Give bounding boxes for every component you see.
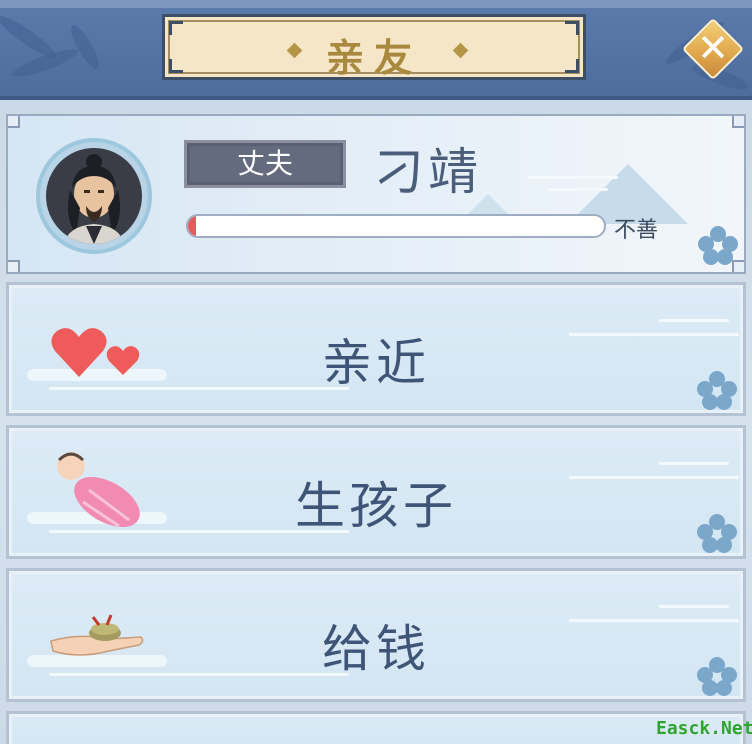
cloud-decoration bbox=[659, 605, 729, 608]
plum-blossom-icon bbox=[697, 657, 737, 697]
cloud-decoration bbox=[659, 319, 729, 322]
favor-progress-bar bbox=[186, 214, 606, 238]
action-row-partial[interactable] bbox=[6, 711, 746, 744]
frame-corner bbox=[8, 116, 20, 128]
favor-status-label: 不善 bbox=[614, 218, 659, 243]
title-plaque: 亲友 bbox=[162, 14, 586, 80]
frame-corner bbox=[732, 116, 744, 128]
relationship-role-label: 丈夫 bbox=[236, 147, 293, 180]
portrait-icon bbox=[46, 148, 142, 244]
relationship-role-badge: 丈夫 bbox=[184, 140, 346, 188]
cloud-decoration bbox=[548, 188, 608, 191]
relative-profile-card: 丈夫 刁靖 不善 bbox=[6, 114, 746, 274]
plum-blossom-icon bbox=[697, 514, 737, 554]
favor-progress-fill bbox=[188, 216, 197, 236]
portrait-drawing bbox=[64, 154, 124, 244]
cloud-decoration bbox=[528, 176, 618, 179]
close-button[interactable]: ✕ bbox=[681, 17, 745, 81]
cloud-decoration bbox=[659, 462, 729, 465]
action-label: 生孩子 bbox=[295, 477, 457, 535]
plum-blossom-icon bbox=[698, 226, 738, 266]
header-top-strip bbox=[0, 0, 752, 8]
page-title: 亲友 bbox=[325, 36, 422, 80]
close-icon: ✕ bbox=[697, 26, 729, 70]
frame-corner bbox=[8, 260, 20, 272]
bamboo-leaf-decoration bbox=[66, 21, 104, 73]
action-label: 亲近 bbox=[322, 334, 430, 392]
action-label: 给钱 bbox=[322, 620, 430, 678]
watermark: Easck.Net bbox=[656, 718, 752, 739]
header-bar: 亲友 ✕ bbox=[0, 0, 752, 100]
action-have-child-button[interactable]: 生孩子 bbox=[6, 425, 746, 559]
action-intimate-button[interactable]: 亲近 bbox=[6, 282, 746, 416]
action-give-money-button[interactable]: 给钱 bbox=[6, 568, 746, 702]
avatar[interactable] bbox=[36, 138, 152, 254]
plum-blossom-icon bbox=[697, 371, 737, 411]
person-name: 刁靖 bbox=[374, 143, 482, 201]
